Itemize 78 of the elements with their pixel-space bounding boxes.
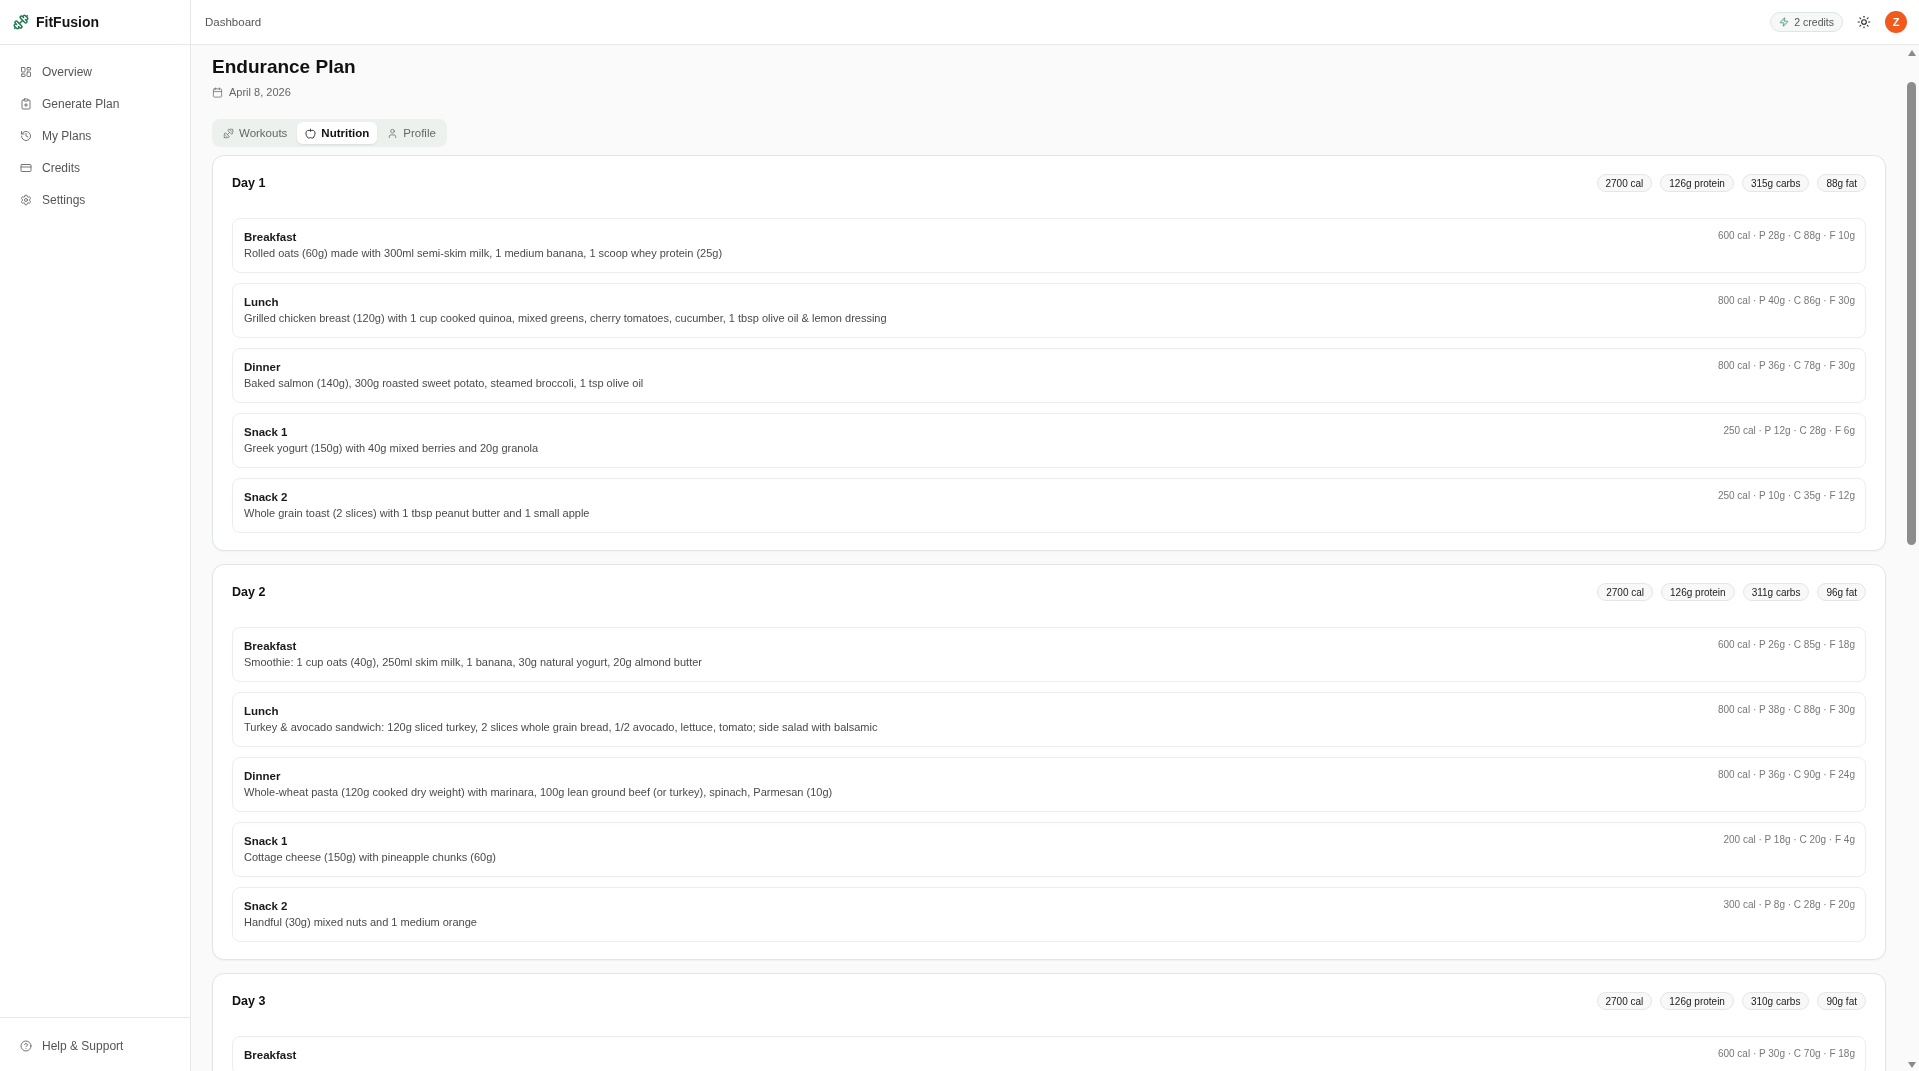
nav-item[interactable]: Generate Plan: [0, 88, 190, 120]
total-badge: 315g carbs: [1741, 174, 1810, 192]
meal-macros: 600 cal · P 26g · C 85g · F 18g: [1717, 638, 1855, 652]
meal-name: Dinner: [244, 769, 282, 784]
meal-name: Snack 1: [244, 834, 289, 849]
meal-name: Snack 1: [244, 425, 289, 440]
meal-description: Greek yogurt (150g) with 40g mixed berries and 20g granola: [244, 441, 539, 456]
day-title: Day 1: [232, 176, 266, 190]
day-title: Day 3: [232, 994, 266, 1008]
meal-macros: 250 cal · P 10g · C 35g · F 12g: [1717, 489, 1855, 503]
total-badge: 126g protein: [1661, 583, 1735, 601]
meal-macros: 600 cal · P 28g · C 88g · F 10g: [1717, 229, 1855, 243]
meal-macros: 600 cal · P 30g · C 70g · F 18g: [1717, 1047, 1855, 1061]
calendar-icon: [212, 86, 223, 98]
scrollbar-thumb[interactable]: [1907, 82, 1916, 545]
dumbbell-logo-icon: [13, 14, 29, 30]
meal-macros: 200 cal · P 18g · C 20g · F 4g: [1723, 833, 1855, 847]
meal-macros: 300 cal · P 8g · C 28g · F 20g: [1723, 898, 1855, 912]
total-badge: 126g protein: [1660, 992, 1734, 1010]
scroll-up-icon[interactable]: [1907, 50, 1916, 56]
meal-name: Lunch: [244, 295, 280, 310]
meal-macros: 800 cal · P 36g · C 90g · F 24g: [1717, 768, 1855, 782]
page-title: Endurance Plan: [212, 55, 357, 79]
meal-name: Breakfast: [244, 230, 298, 245]
theme-button[interactable]: [1857, 15, 1871, 29]
grid-icon: [20, 66, 32, 78]
meal-description: Turkey & avocado sandwich: 120g sliced turkey, 2 slices whole grain bread, 1/2 avocado, lettuce, tomato; side salad with balsamic: [244, 720, 878, 735]
apple-icon: [305, 127, 317, 139]
meal-name: Dinner: [244, 360, 282, 375]
meal-macros: 800 cal · P 38g · C 88g · F 30g: [1717, 703, 1855, 717]
total-badge: 88g fat: [1817, 174, 1866, 192]
nav-item[interactable]: My Plans: [0, 120, 190, 152]
nav-item[interactable]: Credits: [0, 152, 190, 184]
date-text: April 8, 2026: [229, 86, 291, 98]
meal-description: Whole grain toast (2 slices) with 1 tbsp peanut butter and 1 small apple: [244, 506, 590, 521]
total-badge: 311g carbs: [1742, 583, 1810, 601]
scroll-down-icon[interactable]: [1907, 1062, 1916, 1068]
meal-description: Grilled chicken breast (120g) with 1 cup cooked quinoa, mixed greens, cherry tomatoes, cucumber, 1 tbsp olive oil & lemon dressing: [244, 311, 887, 326]
meal-name: Breakfast: [244, 1048, 297, 1063]
meal-macros: 250 cal · P 12g · C 28g · F 6g: [1723, 424, 1855, 438]
nav-item[interactable]: Overview: [0, 56, 190, 88]
total-badge: 2700 cal: [1596, 174, 1653, 192]
meal-description: Baked salmon (140g), 300g roasted sweet potato, steamed broccoli, 1 tsp olive oil: [244, 376, 644, 391]
settings-icon: [20, 194, 32, 206]
credits-button[interactable]: 2 credits: [1770, 12, 1843, 32]
total-badge: 310g carbs: [1741, 992, 1810, 1010]
total-badge: 2700 cal: [1596, 992, 1653, 1010]
nav-item[interactable]: Settings: [0, 184, 190, 216]
total-badge: 96g fat: [1817, 583, 1866, 601]
tab[interactable]: Workouts: [215, 122, 296, 144]
meal-description: Handful (30g) mixed nuts and 1 medium orange: [244, 915, 477, 930]
clipboard-plus-icon: [20, 98, 32, 110]
meal-macros: 800 cal · P 36g · C 78g · F 30g: [1717, 359, 1855, 373]
brand-name: FitFusion: [36, 14, 99, 30]
history-icon: [20, 130, 32, 142]
meal-name: Snack 2: [244, 899, 289, 914]
sun-icon: [1857, 15, 1871, 29]
help-icon: [20, 1040, 32, 1052]
meal-name: Snack 2: [244, 490, 289, 505]
breadcrumb-text: Dashboard: [205, 16, 262, 28]
meal-description: Rolled oats (60g) made with 300ml semi-skim milk, 1 medium banana, 1 scoop whey protein (25g): [244, 246, 723, 261]
total-badge: 90g fat: [1817, 992, 1866, 1010]
total-badge: 2700 cal: [1597, 583, 1654, 601]
meal-description: Cottage cheese (150g) with pineapple chunks (60g): [244, 850, 496, 865]
meal-description: Whole-wheat pasta (120g cooked dry weight) with marinara, 100g lean ground beef (or turkey), spinach, Parmesan (10g): [244, 785, 833, 800]
meal-name: Lunch: [244, 704, 280, 719]
tab[interactable]: Nutrition: [297, 122, 378, 144]
tab[interactable]: Profile: [379, 122, 444, 144]
meal-macros: 800 cal · P 40g · C 86g · F 30g: [1717, 294, 1855, 308]
nav-item[interactable]: Help & Support: [0, 1030, 190, 1062]
day-title: Day 2: [232, 585, 266, 599]
lightning-icon: [1779, 17, 1790, 27]
total-badge: 126g protein: [1660, 174, 1734, 192]
meal-name: Breakfast: [244, 639, 298, 654]
dumbbell-icon: [223, 127, 234, 139]
card-icon: [20, 162, 32, 174]
user-icon: [387, 127, 399, 139]
meal-description: Smoothie: 1 cup oats (40g), 250ml skim milk, 1 banana, 30g natural yogurt, 20g almond butter: [244, 655, 702, 670]
